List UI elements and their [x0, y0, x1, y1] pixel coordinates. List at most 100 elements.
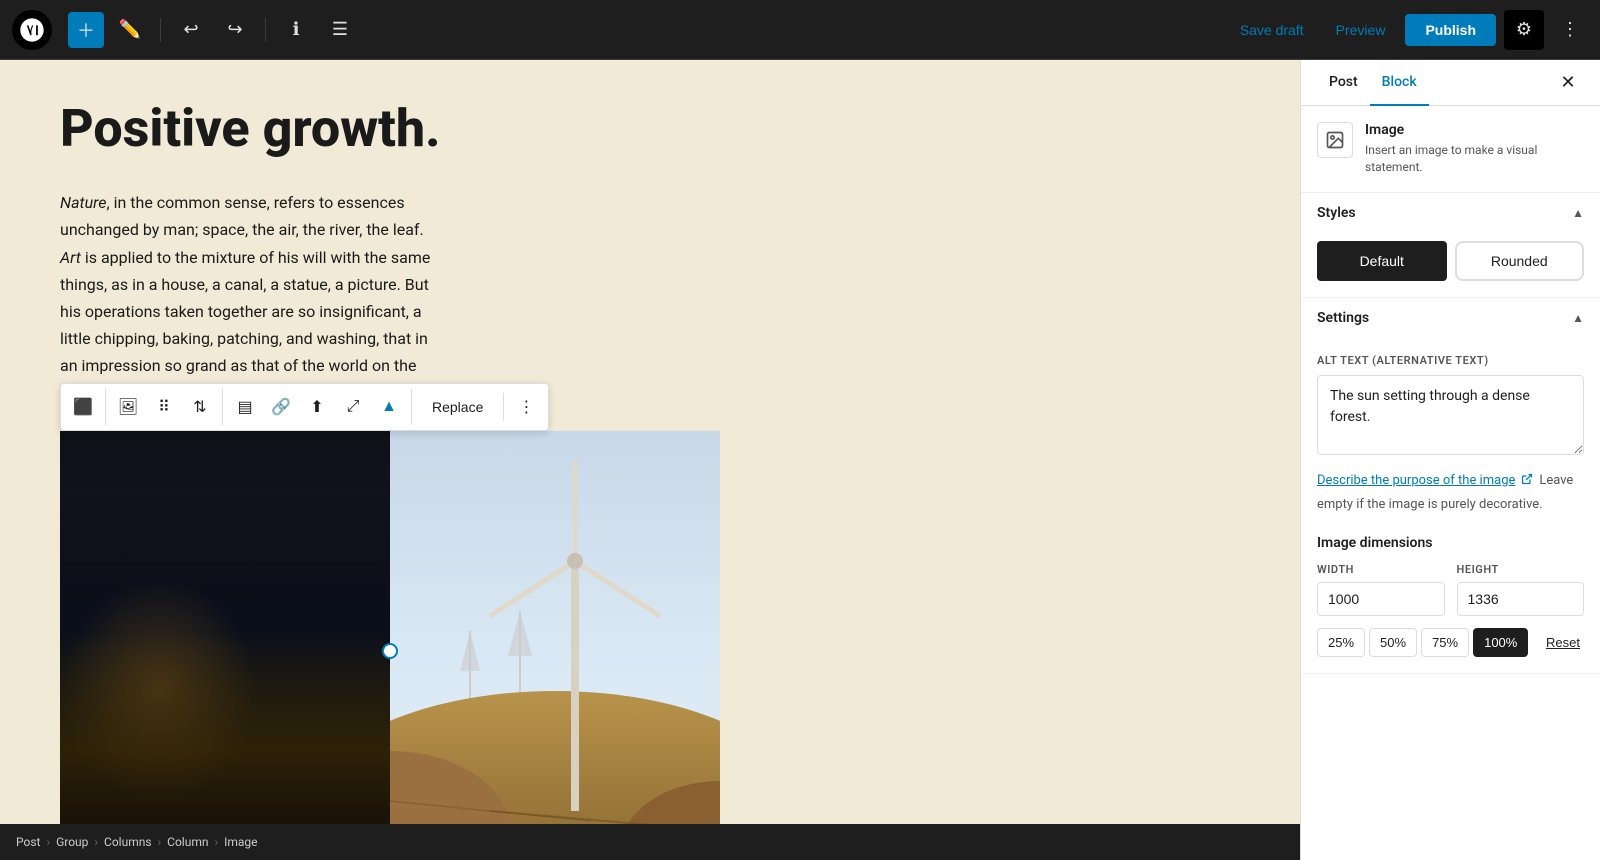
width-label: WIDTH [1317, 563, 1445, 576]
sidebar-close-button[interactable]: ✕ [1552, 67, 1584, 99]
breadcrumb-sep-1: › [46, 835, 50, 849]
alt-text-input[interactable]: The sun setting through a dense forest. [1317, 375, 1584, 455]
height-field: HEIGHT [1457, 563, 1585, 616]
info-icon: ℹ [293, 19, 300, 40]
main-layout: Positive growth. Nature, in the common s… [0, 60, 1600, 860]
more-options-button[interactable]: ⋮ [1552, 12, 1588, 48]
settings-section: Settings ▲ ALT TEXT (ALTERNATIVE TEXT) T… [1301, 298, 1600, 674]
block-toolbar: ⬛ 🖼 ⠿ ⇅ ▤ [60, 383, 549, 431]
alt-text-label: ALT TEXT (ALTERNATIVE TEXT) [1317, 354, 1584, 367]
expand-button[interactable]: ⤢ [335, 389, 371, 425]
plus-icon: ＋ [77, 17, 95, 43]
list-view-button[interactable]: ☰ [322, 12, 358, 48]
upload-button[interactable]: ⬆ [299, 389, 335, 425]
toolbar-group-more: ⋮ [504, 389, 548, 425]
warning-button[interactable]: ▲ [371, 389, 407, 425]
info-button[interactable]: ℹ [278, 12, 314, 48]
chevron-up-icon: ▲ [1572, 206, 1584, 220]
redo-button[interactable]: ↪ [217, 12, 253, 48]
breadcrumb-post[interactable]: Post [16, 835, 40, 849]
art-italic: Art [60, 248, 81, 267]
link-icon: 🔗 [271, 397, 291, 417]
wordpress-logo[interactable] [12, 10, 52, 50]
style-rounded-button[interactable]: Rounded [1455, 241, 1585, 281]
forest-image[interactable] [60, 431, 390, 831]
pct-75-button[interactable]: 75% [1421, 628, 1469, 657]
save-draft-button[interactable]: Save draft [1228, 14, 1316, 46]
post-body: Nature, in the common sense, refers to e… [60, 189, 440, 407]
toolbar-separator-2 [265, 18, 266, 42]
pct-100-button[interactable]: 100% [1473, 628, 1528, 657]
reset-button[interactable]: Reset [1542, 629, 1584, 656]
settings-button[interactable]: ⚙ [1504, 10, 1544, 50]
breadcrumb-image[interactable]: Image [224, 835, 257, 849]
block-description: Insert an image to make a visual stateme… [1365, 142, 1584, 176]
percent-row: 25% 50% 75% 100% Reset [1317, 628, 1584, 657]
width-input[interactable] [1317, 582, 1445, 616]
images-row [60, 431, 1240, 860]
tab-block[interactable]: Block [1370, 60, 1429, 106]
arrow-updown-icon: ⇅ [193, 397, 206, 417]
toolbar-group-replace: Replace [412, 393, 504, 421]
link-button[interactable]: 🔗 [263, 389, 299, 425]
breadcrumb-group[interactable]: Group [56, 835, 88, 849]
pencil-icon: ✏️ [119, 19, 141, 40]
height-input[interactable] [1457, 582, 1585, 616]
drag-button[interactable]: ⠿ [146, 389, 182, 425]
toolbar-separator-1 [160, 18, 161, 42]
edit-button[interactable]: ✏️ [112, 12, 148, 48]
publish-button[interactable]: Publish [1405, 14, 1496, 46]
block-info: Image Insert an image to make a visual s… [1301, 106, 1600, 193]
align-icon: ▤ [237, 397, 252, 417]
settings-content: ALT TEXT (ALTERNATIVE TEXT) The sun sett… [1301, 338, 1600, 673]
image-block[interactable]: ⬛ 🖼 ⠿ ⇅ ▤ [60, 431, 1240, 860]
pct-50-button[interactable]: 50% [1369, 628, 1417, 657]
undo-button[interactable]: ↩ [173, 12, 209, 48]
warning-icon: ▲ [381, 398, 397, 416]
gear-icon: ⚙ [1516, 19, 1532, 40]
block-info-text: Image Insert an image to make a visual s… [1365, 122, 1584, 176]
image-icon-button[interactable]: 🖼 [110, 389, 146, 425]
upload-icon: ⬆ [310, 397, 323, 417]
image-block-icon [1317, 122, 1353, 158]
sidebar-tabs: Post Block ✕ [1301, 60, 1600, 106]
pct-25-button[interactable]: 25% [1317, 628, 1365, 657]
redo-icon: ↪ [227, 19, 242, 40]
image-dimensions-title: Image dimensions [1317, 535, 1584, 551]
expand-icon: ⤢ [347, 398, 360, 416]
chevron-up-settings-icon: ▲ [1572, 311, 1584, 325]
external-link-icon [1521, 473, 1533, 485]
sidebar: Post Block ✕ Image Insert an image to ma… [1300, 60, 1600, 860]
undo-icon: ↩ [183, 19, 198, 40]
tab-post[interactable]: Post [1317, 60, 1370, 106]
styles-section: Styles ▲ Default Rounded [1301, 193, 1600, 298]
style-default-button[interactable]: Default [1317, 241, 1447, 281]
move-up-down-button[interactable]: ⇅ [182, 389, 218, 425]
column-layout-button[interactable]: ⬛ [65, 389, 101, 425]
breadcrumb-sep-3: › [158, 835, 162, 849]
windturbine-image[interactable] [390, 431, 720, 860]
align-button[interactable]: ▤ [227, 389, 263, 425]
breadcrumb: Post › Group › Columns › Column › Image [0, 824, 1300, 860]
add-block-button[interactable]: ＋ [68, 12, 104, 48]
replace-button[interactable]: Replace [416, 393, 499, 421]
ellipsis-icon: ⋮ [1561, 19, 1579, 40]
height-label: HEIGHT [1457, 563, 1585, 576]
post-title[interactable]: Positive growth. [60, 100, 1240, 157]
resize-handle[interactable] [382, 643, 398, 659]
settings-section-header[interactable]: Settings ▲ [1301, 298, 1600, 338]
editor-area: Positive growth. Nature, in the common s… [0, 60, 1300, 860]
toolbar-group-align: ▤ 🔗 ⬆ ⤢ ▲ [223, 389, 412, 425]
preview-button[interactable]: Preview [1324, 14, 1398, 46]
width-field: WIDTH [1317, 563, 1445, 616]
alt-text-link[interactable]: Describe the purpose of the image [1317, 473, 1515, 488]
columns-icon: ⬛ [73, 397, 93, 417]
breadcrumb-columns[interactable]: Columns [104, 835, 152, 849]
breadcrumb-column[interactable]: Column [167, 835, 208, 849]
three-dots-icon: ⋮ [518, 397, 534, 417]
block-name: Image [1365, 122, 1584, 138]
settings-title: Settings [1317, 310, 1369, 326]
styles-section-header[interactable]: Styles ▲ [1301, 193, 1600, 233]
styles-row: Default Rounded [1301, 233, 1600, 297]
block-more-options-button[interactable]: ⋮ [508, 389, 544, 425]
